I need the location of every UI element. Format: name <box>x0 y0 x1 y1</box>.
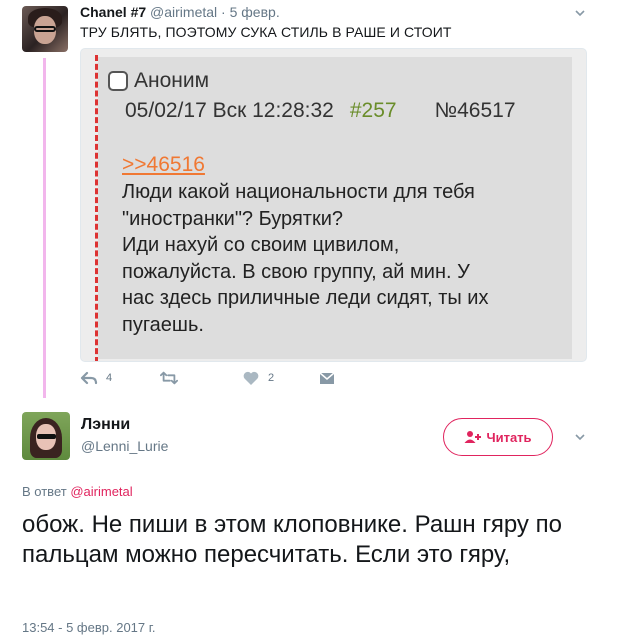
avatar[interactable] <box>22 6 68 52</box>
tweet-media[interactable]: Аноним 05/02/17 Вск 12:28:32 #257 №46517 >… <box>80 48 587 362</box>
post-id: №46517 <box>434 99 516 122</box>
tweet-timestamp[interactable]: 13:54 - 5 февр. 2017 г. <box>22 620 156 635</box>
follow-button[interactable]: Читать <box>443 418 553 456</box>
dm-icon <box>319 372 335 384</box>
direct-message-button[interactable] <box>318 370 344 386</box>
post-number: #257 <box>349 99 397 122</box>
separator: · <box>221 4 226 20</box>
reply-count: 4 <box>106 372 113 384</box>
post-datetime: 05/02/17 Вск 12:28:32 <box>125 99 334 122</box>
retweet-button[interactable] <box>160 370 186 386</box>
reply-button[interactable]: 4 <box>80 370 112 386</box>
reply-context: В ответ @airimetal <box>22 484 133 499</box>
heart-icon <box>243 371 259 385</box>
post-author: Аноним <box>134 69 210 92</box>
post-header: Аноним <box>108 69 209 93</box>
chevron-down-icon[interactable] <box>574 430 586 442</box>
reply-mention-link[interactable]: @airimetal <box>70 484 132 499</box>
reply-icon <box>80 371 98 385</box>
author-name[interactable]: Лэнни <box>81 416 130 434</box>
post-reply-link: >>46516 <box>122 153 205 176</box>
like-button[interactable]: 2 <box>242 370 274 386</box>
post-body: Люди какой национальности для тебя "инос… <box>122 181 489 336</box>
dashed-divider <box>95 55 98 361</box>
tweet-text: ТРУ БЛЯТЬ, ПОЭТОМУ СУКА СТИЛЬ В РАШЕ И С… <box>80 24 452 40</box>
chevron-down-icon[interactable] <box>574 6 586 18</box>
like-count: 2 <box>268 372 275 384</box>
avatar[interactable] <box>22 412 70 460</box>
follow-label: Читать <box>486 429 532 445</box>
tweet-text: обож. Не пиши в этом клоповнике. Рашн гя… <box>22 511 562 568</box>
checkbox-icon <box>108 71 128 91</box>
tweet-header: Chanel #7 @airimetal · 5 февр. <box>80 4 280 20</box>
author-handle[interactable]: @Lenni_Lurie <box>81 438 168 454</box>
follow-icon <box>464 431 482 443</box>
author-handle[interactable]: @airimetal <box>150 4 217 20</box>
author-name[interactable]: Chanel #7 <box>80 4 146 20</box>
reply-prefix: В ответ <box>22 484 67 499</box>
retweet-icon <box>160 371 178 385</box>
thread-connector <box>43 58 46 398</box>
tweet-date[interactable]: 5 февр. <box>230 4 280 20</box>
post-meta: 05/02/17 Вск 12:28:32 #257 №46517 <box>125 99 516 123</box>
